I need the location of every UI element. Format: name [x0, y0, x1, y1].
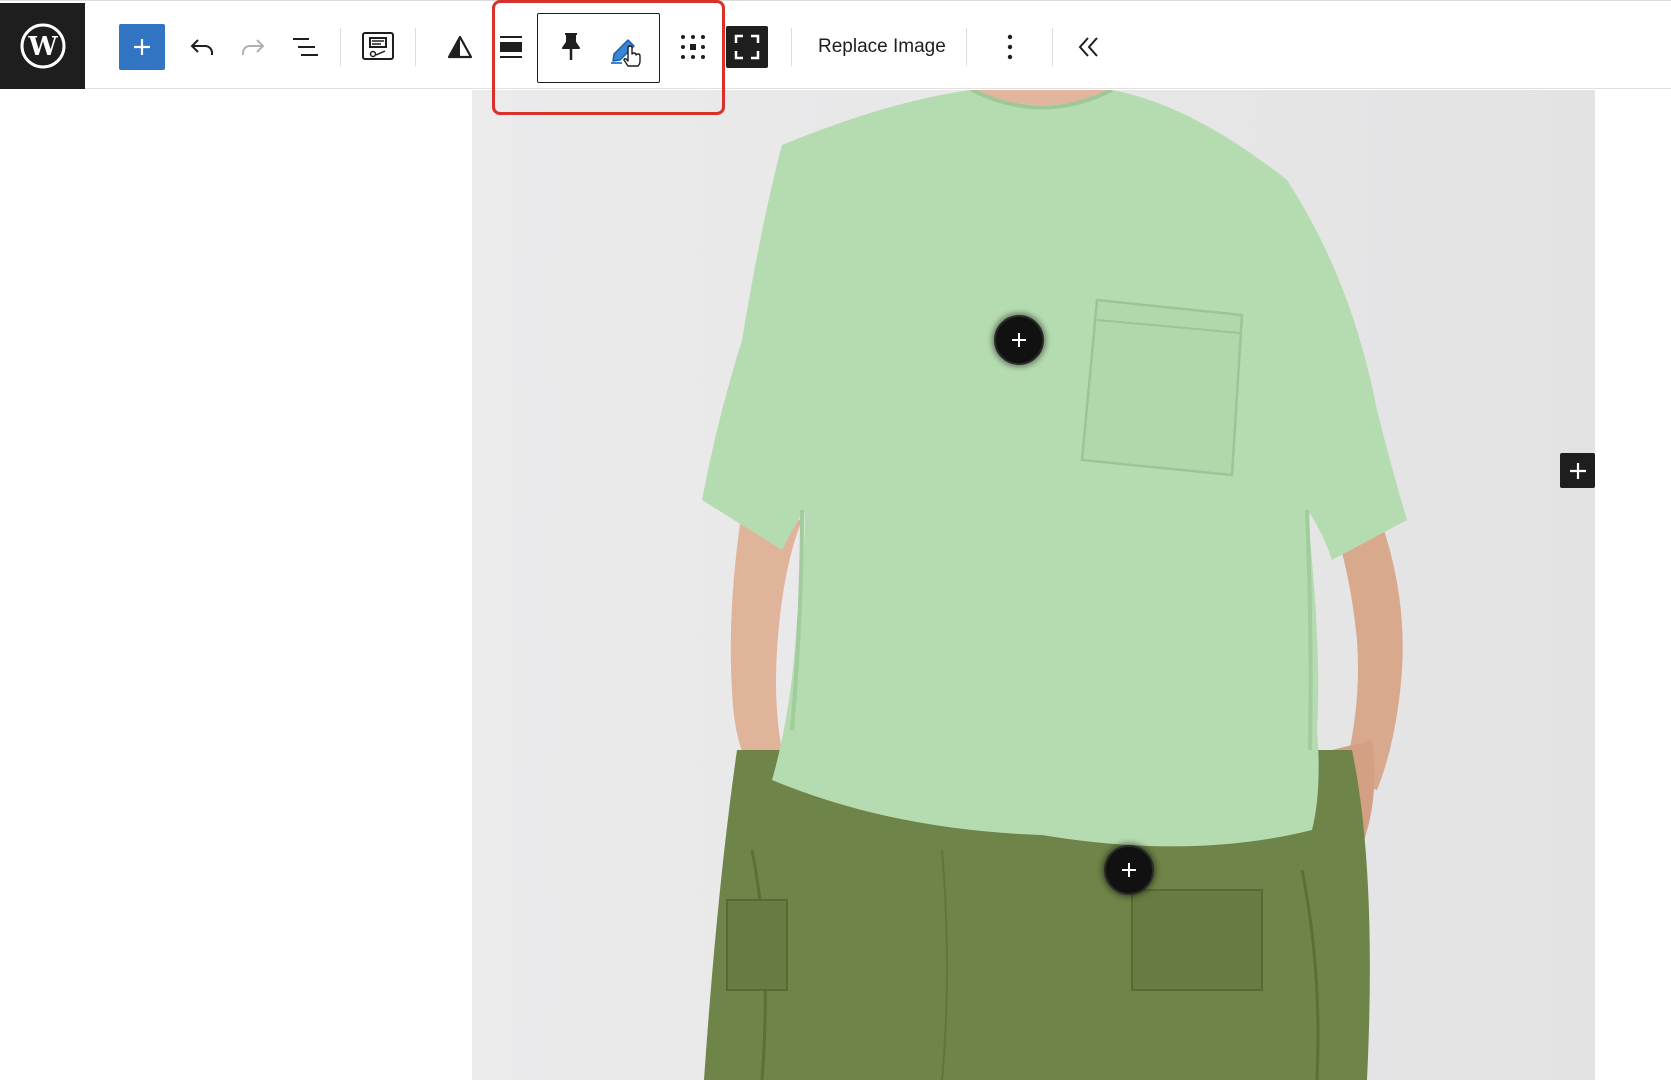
fullscreen-button[interactable] — [726, 26, 768, 68]
block-warning-button[interactable] — [441, 27, 479, 67]
hotspot-marker[interactable] — [1104, 845, 1154, 895]
product-photo — [472, 90, 1595, 1080]
block-editor-toolbar: W Replace Image — [0, 0, 1671, 89]
toolbar-separator — [340, 28, 341, 66]
add-hotspot-button[interactable] — [551, 27, 591, 67]
list-view-button[interactable] — [285, 27, 325, 67]
toolbar-separator — [791, 28, 792, 66]
block-type-button[interactable] — [358, 26, 398, 68]
drag-handle-icon — [681, 35, 705, 59]
chevrons-left-icon — [1078, 37, 1098, 57]
drag-handle-button[interactable] — [673, 27, 713, 67]
plus-icon — [1012, 333, 1026, 347]
undo-icon — [190, 39, 213, 55]
more-vertical-icon — [1007, 34, 1013, 60]
svg-text:W: W — [27, 32, 58, 62]
toolbar-separator — [966, 28, 967, 66]
list-view-icon — [293, 38, 318, 56]
plus-icon — [1569, 462, 1586, 479]
image-block[interactable] — [472, 90, 1595, 1080]
align-button[interactable] — [494, 27, 528, 67]
pin-icon — [562, 33, 580, 60]
toolbar-separator — [1052, 28, 1053, 66]
plus-icon — [134, 39, 150, 55]
align-full-icon — [500, 36, 522, 58]
triangle-icon — [447, 35, 473, 59]
add-block-after-button[interactable] — [1560, 453, 1595, 488]
fullscreen-icon — [734, 34, 760, 60]
wordpress-logo-icon: W — [20, 23, 65, 69]
image-block-icon — [362, 32, 394, 60]
wordpress-logo-button[interactable]: W — [0, 3, 85, 89]
redo-button[interactable] — [233, 27, 273, 67]
hotspot-marker[interactable] — [994, 315, 1044, 365]
undo-button[interactable] — [182, 27, 222, 67]
plus-icon — [1122, 863, 1136, 877]
redo-icon — [242, 39, 265, 55]
replace-image-button[interactable]: Replace Image — [808, 27, 956, 67]
pencil-icon — [611, 39, 641, 67]
toolbar-separator — [415, 28, 416, 66]
more-options-button[interactable] — [990, 27, 1030, 67]
block-inserter-button[interactable] — [119, 24, 165, 70]
collapse-toolbar-button[interactable] — [1069, 27, 1109, 67]
edit-hotspot-button[interactable] — [603, 27, 649, 73]
